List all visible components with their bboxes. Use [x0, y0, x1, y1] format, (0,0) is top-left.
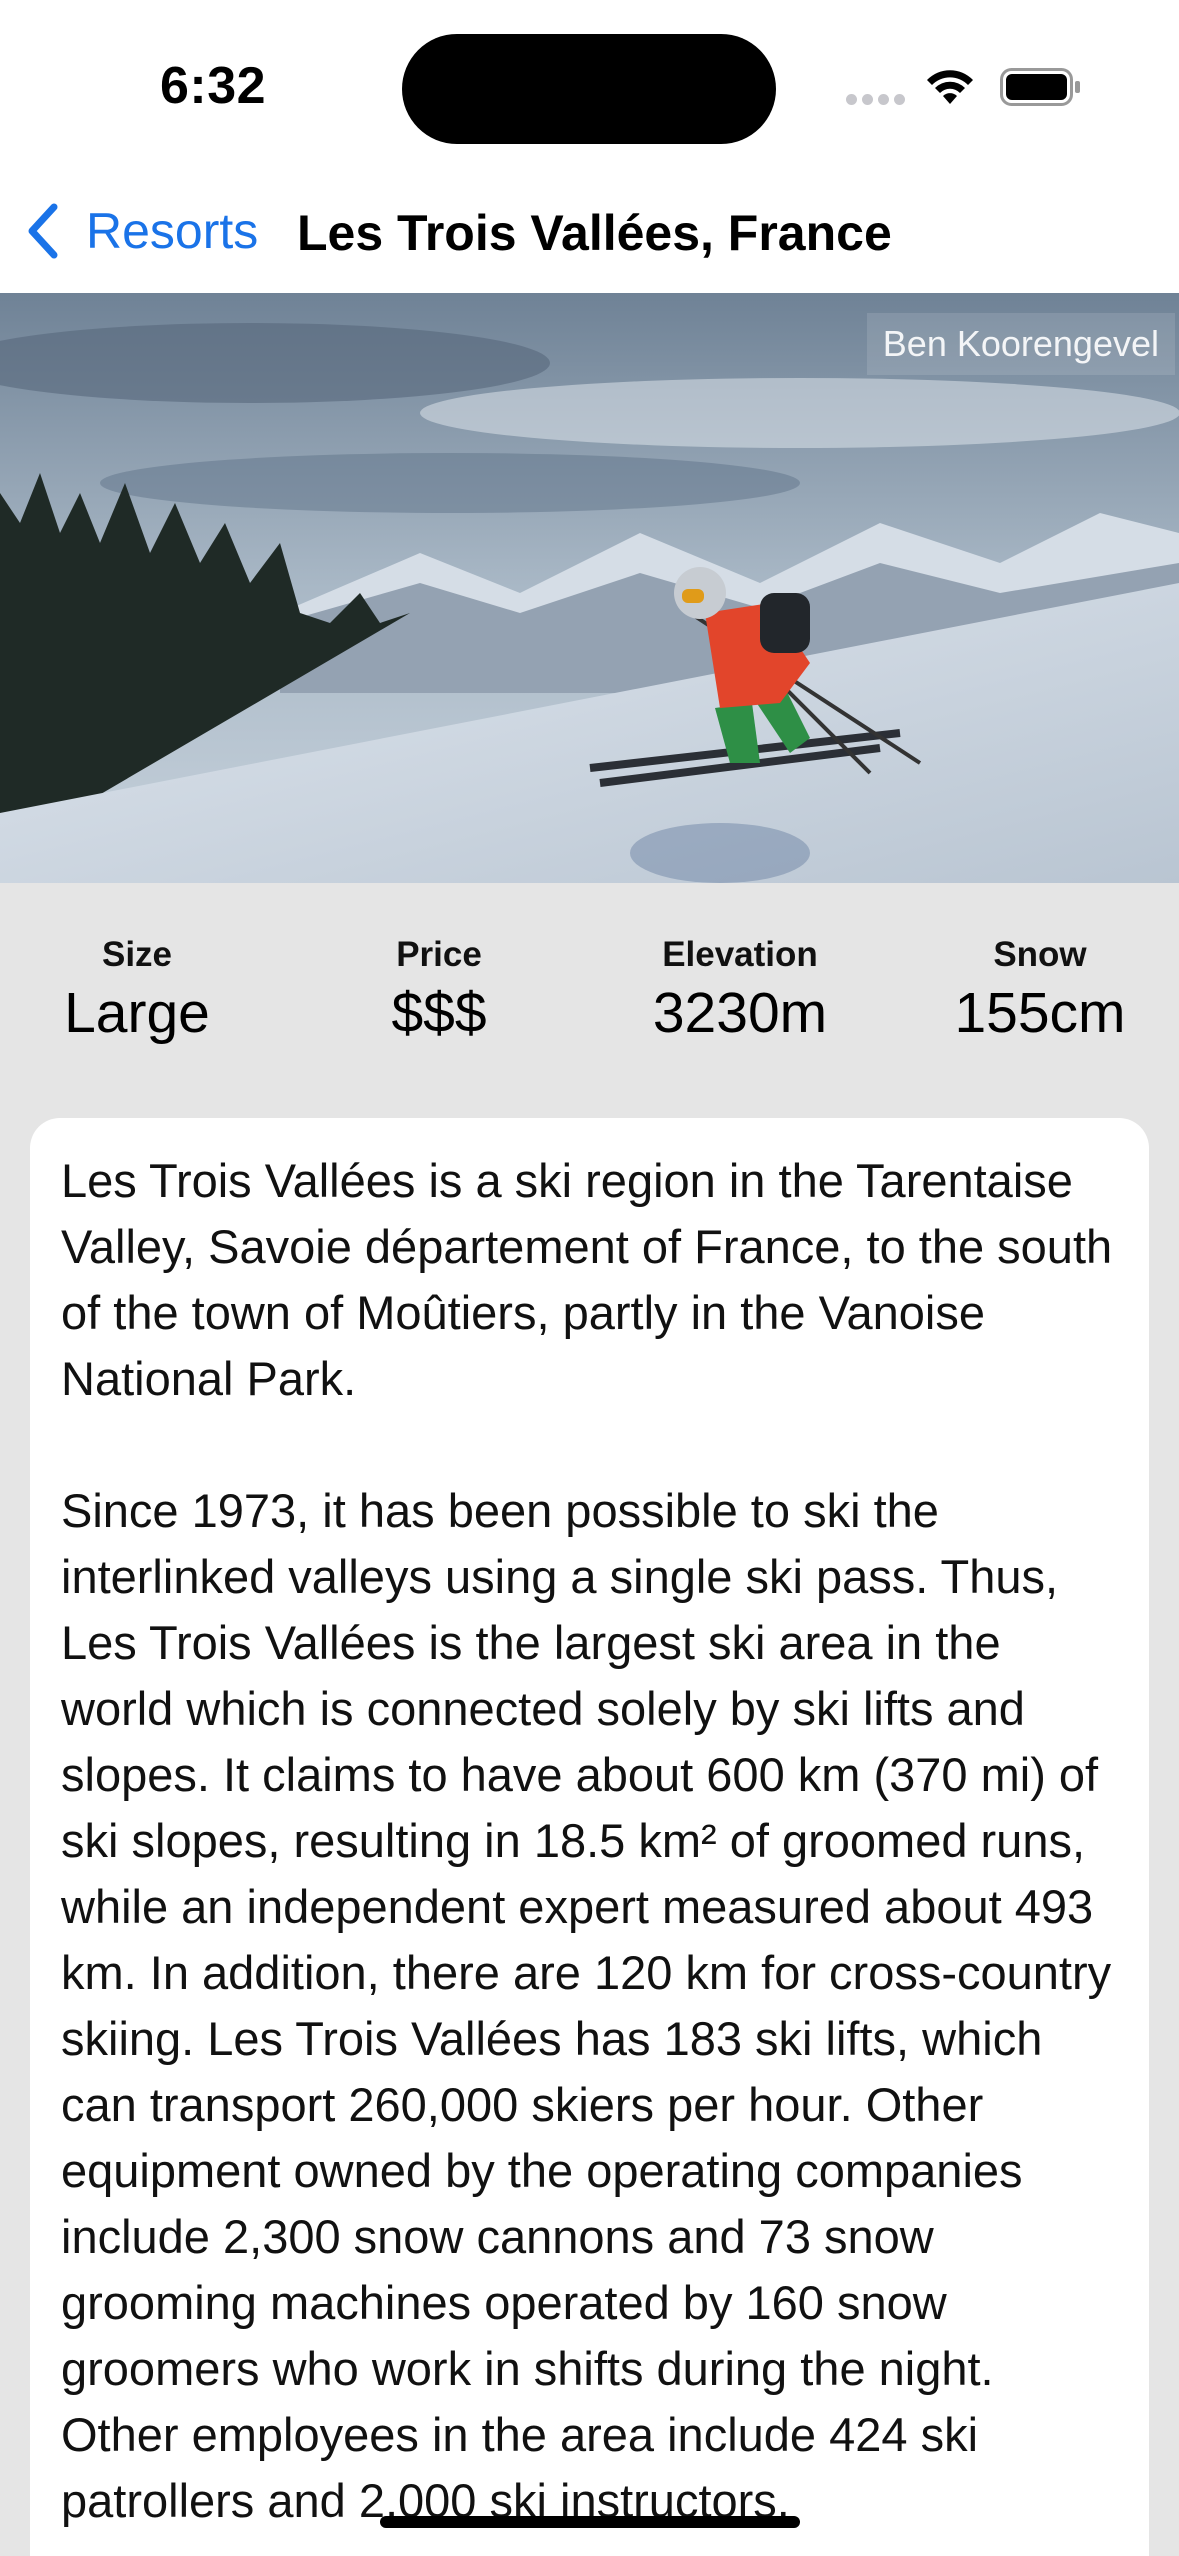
stat-value: 155cm — [954, 981, 1126, 1045]
status-bar: 6:32 — [0, 0, 1179, 170]
stat-snow: Snow 155cm — [910, 933, 1170, 1049]
description-paragraph: Since 1973, it has been possible to ski … — [61, 1484, 1112, 2527]
resort-stats: Size Large Price $$$ Elevation 3230m Sno… — [0, 883, 1179, 1119]
navigation-bar: Resorts Les Trois Vallées, France — [0, 170, 1179, 293]
stat-price: Price $$$ — [309, 933, 569, 1049]
signal-icon — [846, 94, 905, 105]
description-paragraph: Les Trois Vallées is a ski region in the… — [61, 1154, 1113, 1405]
back-label: Resorts — [86, 203, 259, 259]
stat-value: $$$ — [391, 981, 487, 1045]
resort-photo: Ben Koorengevel — [0, 293, 1179, 883]
stat-size: Size Large — [7, 933, 267, 1049]
status-time: 6:32 — [160, 57, 267, 115]
wifi-icon — [927, 70, 973, 104]
chevron-left-icon — [28, 203, 58, 259]
battery-icon — [1000, 68, 1080, 106]
page-title: Les Trois Vallées, France — [297, 205, 892, 261]
dynamic-island — [402, 34, 776, 144]
photo-credit: Ben Koorengevel — [866, 313, 1175, 375]
stat-value: Large — [64, 981, 210, 1045]
stat-elevation: Elevation 3230m — [610, 933, 870, 1049]
resort-detail-screen: 6:32 Resorts Les Trois Vallées, France B… — [0, 0, 1179, 2556]
stat-value: 3230m — [652, 981, 828, 1045]
stat-label: Elevation — [662, 935, 818, 974]
home-indicator[interactable] — [380, 2516, 800, 2528]
back-button[interactable]: Resorts — [24, 196, 258, 266]
skier-photo-image — [0, 293, 1179, 883]
stat-label: Snow — [993, 935, 1087, 974]
stat-label: Size — [101, 935, 173, 974]
stat-label: Price — [396, 935, 482, 974]
description-card[interactable]: Les Trois Vallées is a ski region in the… — [30, 1118, 1149, 2556]
